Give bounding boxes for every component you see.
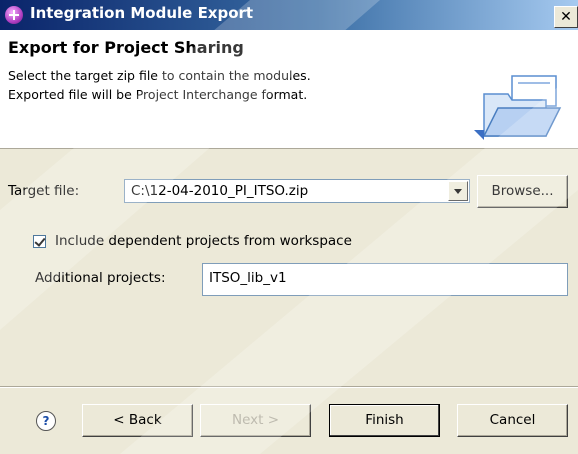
finish-button[interactable]: Finish bbox=[329, 404, 440, 437]
close-button[interactable]: ✕ bbox=[554, 6, 578, 28]
page-title: Export for Project Sharing bbox=[8, 38, 244, 57]
footer-separator bbox=[0, 386, 578, 388]
target-file-label: Target file: bbox=[8, 183, 80, 199]
additional-projects-label: Additional projects: bbox=[35, 270, 166, 286]
next-button[interactable]: Next > bbox=[200, 404, 311, 437]
target-file-combo[interactable]: C:\12-04-2010_PI_ITSO.zip bbox=[124, 179, 470, 203]
chevron-down-icon[interactable] bbox=[448, 181, 468, 201]
title-bar[interactable]: Integration Module Export ✕ bbox=[0, 0, 578, 30]
description-line-2: Exported file will be Project Interchang… bbox=[8, 87, 308, 102]
description-line-1: Select the target zip file to contain th… bbox=[8, 68, 311, 83]
help-icon[interactable]: ? bbox=[36, 411, 56, 431]
additional-projects-field[interactable]: ITSO_lib_v1 bbox=[202, 263, 568, 296]
folder-export-icon bbox=[474, 75, 562, 140]
wizard-header: Export for Project Sharing Select the ta… bbox=[0, 30, 578, 149]
page-description: Select the target zip file to contain th… bbox=[8, 66, 311, 104]
cancel-button[interactable]: Cancel bbox=[457, 404, 568, 437]
back-button[interactable]: < Back bbox=[82, 404, 193, 437]
include-dependent-checkbox[interactable] bbox=[33, 235, 46, 248]
window-title: Integration Module Export bbox=[30, 4, 254, 22]
include-dependent-label: Include dependent projects from workspac… bbox=[55, 233, 352, 249]
additional-projects-value: ITSO_lib_v1 bbox=[209, 270, 287, 286]
app-icon bbox=[5, 6, 23, 24]
export-dialog: Integration Module Export ✕ Export for P… bbox=[0, 0, 578, 454]
target-file-value: C:\12-04-2010_PI_ITSO.zip bbox=[131, 183, 309, 199]
browse-button[interactable]: Browse... bbox=[477, 175, 568, 208]
